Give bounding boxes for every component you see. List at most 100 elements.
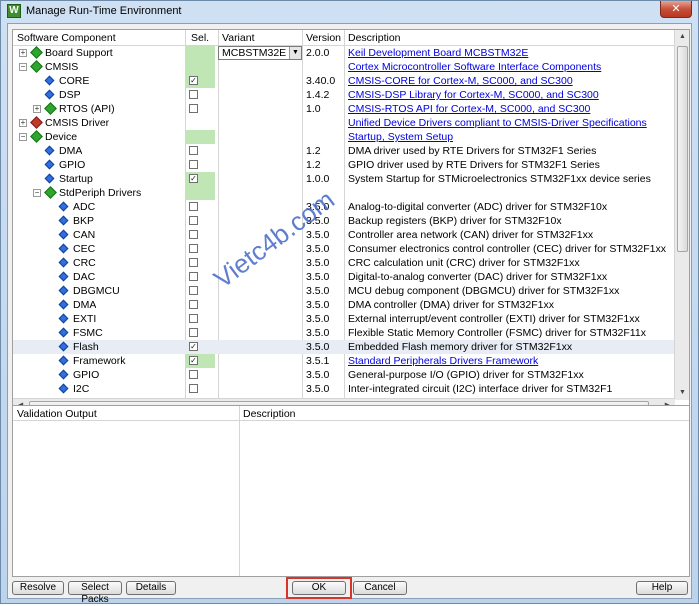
version-value: 3.5.0 [306,243,330,255]
details-button[interactable]: Details [126,581,176,595]
component-name: Board Support [45,47,113,59]
tree-row[interactable]: Flash ✓ 3.5.0 Embedded Flash memory driver … [13,340,675,354]
version-value: 3.5.1 [306,355,330,367]
column-header-sel[interactable]: Sel. [191,32,209,44]
select-checkbox[interactable] [189,272,198,281]
select-checkbox[interactable] [189,328,198,337]
description-link[interactable]: Unified Device Drivers compliant to CMSI… [348,117,673,129]
tree-row[interactable]: GPIO 3.5.0 General-purpose I/O (GPIO) driv… [13,368,675,382]
description-text: DMA driver used by RTE Drivers for STM32… [348,145,597,157]
tree-row[interactable]: + RTOS (API) 1.0 CMSIS-RTOS API for Cortex-… [13,102,675,116]
select-checkbox[interactable] [189,202,198,211]
description-link[interactable]: Cortex Microcontroller Software Interfac… [348,61,673,73]
tree-row[interactable]: − CMSIS Cortex Microcontroller Software In… [13,60,675,74]
tree-row[interactable]: GPIO 1.2 GPIO driver used by RTE Drivers f… [13,158,675,172]
cancel-button[interactable]: Cancel [353,581,407,595]
description-link[interactable]: Standard Peripherals Drivers Framework [348,355,673,367]
expand-icon[interactable]: + [33,105,41,113]
select-checkbox[interactable] [189,160,198,169]
tree-row[interactable]: CRC 3.5.0 CRC calculation unit (CRC) drive… [13,256,675,270]
description-link[interactable]: Startup, System Setup [348,131,673,143]
component-icon [44,186,57,199]
tree-row[interactable]: ADC 3.5.0 Analog-to-digital converter (ADC… [13,200,675,214]
tree-row[interactable]: + Board Support MCBSTM32E ▼ 2.0.0 Keil Develo… [13,46,675,60]
vertical-scroll-thumb[interactable] [677,46,688,252]
select-packs-button[interactable]: Select Packs [68,581,122,605]
tree-row[interactable]: DSP 1.4.2 CMSIS-DSP Library for Cortex-M, … [13,88,675,102]
component-name: GPIO [73,369,100,381]
validation-description-header[interactable]: Description [243,408,296,420]
tree-row[interactable]: I2C 3.5.0 Inter-integrated circuit (I2C) i… [13,382,675,396]
column-header-description[interactable]: Description [348,32,401,44]
tree-row[interactable]: − StdPeriph Drivers [13,186,675,200]
description-link[interactable]: CMSIS-RTOS API for Cortex-M, SC000, and … [348,103,673,115]
collapse-icon[interactable]: − [33,189,41,197]
tree-row[interactable]: CAN 3.5.0 Controller area network (CAN) dr… [13,228,675,242]
select-checkbox[interactable] [189,146,198,155]
tree-row[interactable]: + CMSIS Driver Unified Device Drivers comp… [13,116,675,130]
close-button[interactable]: ✕ [660,1,692,18]
tree-row[interactable]: − Device Startup, System Setup [13,130,675,144]
tree-row[interactable]: CEC 3.5.0 Consumer electronics control con… [13,242,675,256]
component-icon [44,102,57,115]
description-text: Flexible Static Memory Controller (FSMC)… [348,327,646,339]
component-name: CMSIS [45,61,79,73]
component-icon [58,355,69,366]
chevron-down-icon[interactable]: ▼ [289,47,301,59]
collapse-icon[interactable]: − [19,133,27,141]
description-link[interactable]: CMSIS-CORE for Cortex-M, SC000, and SC30… [348,75,673,87]
tree-row[interactable]: DMA 1.2 DMA driver used by RTE Drivers for… [13,144,675,158]
select-checkbox[interactable]: ✓ [189,174,198,183]
tree-row[interactable]: BKP 3.5.0 Backup registers (BKP) driver fo… [13,214,675,228]
tree-row[interactable]: DAC 3.5.0 Digital-to-analog converter (DAC… [13,270,675,284]
select-checkbox[interactable] [189,258,198,267]
component-name: Framework [73,355,126,367]
component-name: Flash [73,341,99,353]
column-header-version[interactable]: Version [306,32,341,44]
select-checkbox[interactable] [189,314,198,323]
select-checkbox[interactable] [189,286,198,295]
scroll-down-icon[interactable]: ▼ [675,386,689,400]
select-checkbox[interactable] [189,370,198,379]
select-checkbox[interactable] [189,90,198,99]
component-name: CORE [59,75,90,87]
ok-button[interactable]: OK [292,581,346,595]
tree-row[interactable]: DMA 3.5.0 DMA controller (DMA) driver for … [13,298,675,312]
component-name: DMA [73,299,97,311]
tree-row[interactable]: CORE ✓ 3.40.0 CMSIS-CORE for Cortex-M, SC00… [13,74,675,88]
select-checkbox[interactable] [189,230,198,239]
variant-select[interactable]: MCBSTM32E ▼ [218,46,302,60]
select-checkbox[interactable] [189,104,198,113]
validation-output-header[interactable]: Validation Output [17,408,97,420]
tree-row[interactable]: Framework ✓ 3.5.1 Standard Peripherals Driv… [13,354,675,368]
select-checkbox[interactable] [189,384,198,393]
select-checkbox[interactable] [189,300,198,309]
help-button[interactable]: Help [636,581,688,595]
select-checkbox[interactable]: ✓ [189,342,198,351]
column-header-variant[interactable]: Variant [222,32,255,44]
collapse-icon[interactable]: − [19,63,27,71]
select-checkbox[interactable] [189,244,198,253]
tree-row[interactable]: Startup ✓ 1.0.0 System Startup for STMicroe… [13,172,675,186]
scroll-up-icon[interactable]: ▲ [675,30,689,44]
description-text: GPIO driver used by RTE Drivers for STM3… [348,159,600,171]
selection-cell-highlight [185,130,215,144]
description-link[interactable]: Keil Development Board MCBSTM32E [348,47,673,59]
version-value: 3.5.0 [306,383,330,395]
column-header-component[interactable]: Software Component [17,32,116,44]
version-value: 3.5.0 [306,327,330,339]
description-link[interactable]: CMSIS-DSP Library for Cortex-M, SC000, a… [348,89,673,101]
component-name: CRC [73,257,96,269]
tree-row[interactable]: DBGMCU 3.5.0 MCU debug component (DBGMCU) … [13,284,675,298]
select-checkbox[interactable]: ✓ [189,76,198,85]
select-checkbox[interactable] [189,216,198,225]
select-checkbox[interactable]: ✓ [189,356,198,365]
expand-icon[interactable]: + [19,49,27,57]
resolve-button[interactable]: Resolve [12,581,64,595]
version-value: 1.0 [306,103,321,115]
description-text: CRC calculation unit (CRC) driver for ST… [348,257,580,269]
vertical-scrollbar[interactable]: ▲ ▼ [674,30,689,400]
tree-row[interactable]: FSMC 3.5.0 Flexible Static Memory Controll… [13,326,675,340]
expand-icon[interactable]: + [19,119,27,127]
tree-row[interactable]: EXTI 3.5.0 External interrupt/event contro… [13,312,675,326]
